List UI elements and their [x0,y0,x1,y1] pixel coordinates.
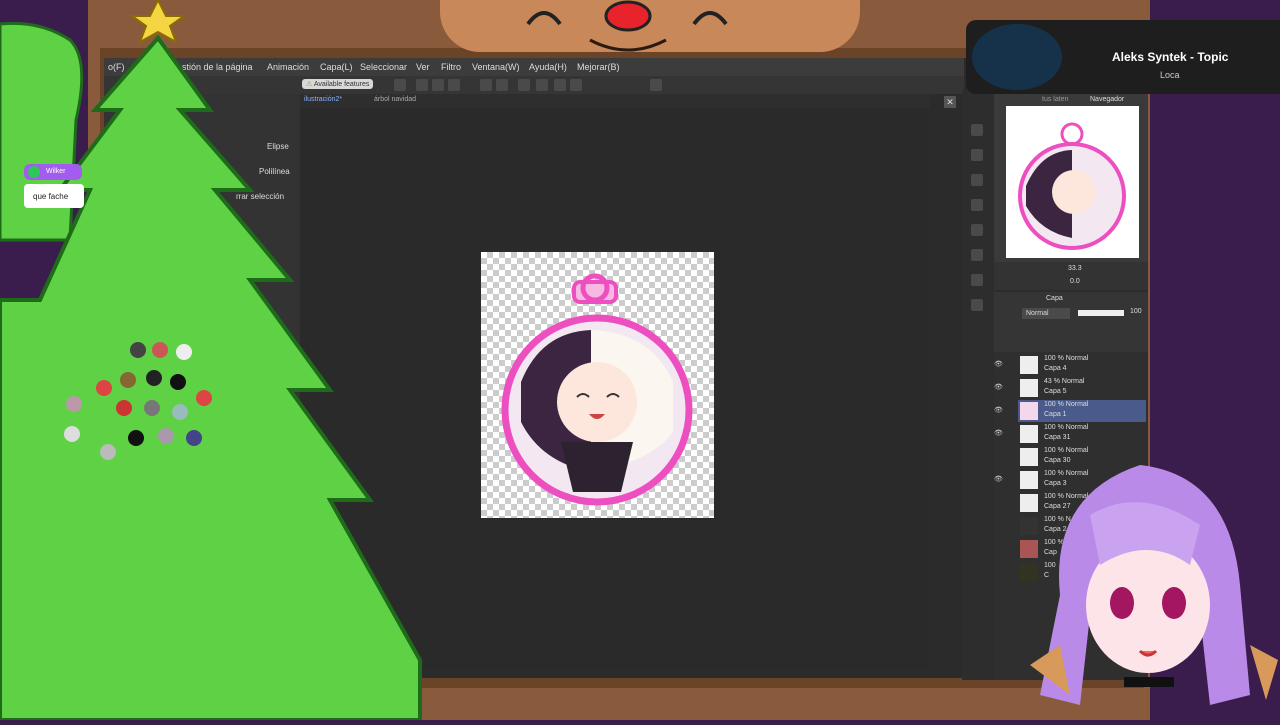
user-avatar-icon [28,166,40,178]
ornament-icon [186,430,202,446]
navigator-preview[interactable] [1006,106,1139,258]
layer-name: Capa 4 [1044,365,1067,372]
artwork-canvas[interactable] [481,252,714,518]
panel-icon-5[interactable] [971,224,983,236]
ornament-artwork-icon [501,273,693,506]
layer-panel-header: Capa Normal 100 [994,292,1148,352]
vtuber-character-icon [1030,465,1278,705]
layer-mode: 100 % Normal [1044,401,1089,408]
album-art-icon [972,24,1062,90]
layer-row[interactable]: 100 % Normal Capa 4 [1018,354,1146,376]
panel-icon-6[interactable] [971,249,983,261]
rotation-value[interactable]: 0.0 [1070,278,1080,285]
ornament-icon [120,372,136,388]
layer-thumbnail [1020,425,1038,443]
eye-icon[interactable]: 👁 [994,406,1003,414]
fill-icon[interactable] [554,79,566,91]
open-file-icon[interactable] [432,79,444,91]
eye-icon[interactable]: 👁 [994,429,1003,437]
help-icon[interactable] [650,79,662,91]
save-icon[interactable] [448,79,460,91]
opacity-value[interactable]: 100 [1130,308,1142,315]
ornament-icon [158,428,174,444]
loading-icon[interactable] [518,79,530,91]
ornament-icon [116,400,132,416]
song-subtitle: Loca [1160,70,1180,80]
christmas-tree-overlay [0,0,430,722]
ornament-icon [176,344,192,360]
ornament-icon [96,380,112,396]
chat-username: Wilker [46,168,66,175]
chat-text: que fache [33,192,69,201]
layer-name: Capa 31 [1044,434,1071,441]
layer-row-selected[interactable]: 100 % Normal Capa 1 [1018,400,1146,422]
eye-icon[interactable]: 👁 [994,475,1003,483]
reindeer-face-icon [526,0,728,52]
navigator-tab-1[interactable]: tus laten [1042,96,1068,103]
layer-thumbnail [1020,379,1038,397]
ornament-icon [172,404,188,420]
ornament-icon [146,370,162,386]
menu-help[interactable]: Ayuda(H) [529,62,567,72]
ornament-icon [144,400,160,416]
navigator-controls: 33.3 0.0 [994,262,1148,290]
opacity-slider[interactable] [1078,310,1124,316]
navigator-thumbnail-icon [1018,122,1126,250]
menu-window[interactable]: Ventana(W) [472,62,520,72]
chat-bubble: que fache [24,184,84,208]
song-title: Aleks Syntek - Topic [1112,50,1229,64]
layer-thumbnail [1020,356,1038,374]
undo-icon[interactable] [480,79,492,91]
eye-icon[interactable]: 👁 [994,360,1003,368]
christmas-tree-icon [0,0,422,722]
layer-row[interactable]: 43 % Normal Capa 5 [1018,377,1146,399]
panel-icon-3[interactable] [971,174,983,186]
ornament-icon [152,342,168,358]
eye-icon[interactable]: 👁 [994,383,1003,391]
close-panel-icon[interactable]: ✕ [944,96,956,108]
layer-name: Capa 1 [1044,411,1067,418]
layer-mode: 100 % Normal [1044,424,1089,431]
panel-icon-2[interactable] [971,149,983,161]
chat-message: Wilker que fache [24,164,84,210]
ornament-icon [64,426,80,442]
ornament-icon [196,390,212,406]
ornament-icon [66,396,82,412]
layer-row[interactable]: 100 % Normal Capa 31 [1018,423,1146,445]
navigator-tab-2[interactable]: Navegador [1090,96,1124,103]
ornament-icon [130,342,146,358]
ornament-icon [170,374,186,390]
right-side-toolbar [966,94,988,314]
layer-thumbnail [1020,402,1038,420]
panel-icon-7[interactable] [971,274,983,286]
layer-mode: 100 % Normal [1044,447,1089,454]
chat-username-badge: Wilker [24,164,82,180]
blend-mode-select[interactable]: Normal [1022,308,1070,319]
layer-mode: 100 % Normal [1044,355,1089,362]
redo-icon[interactable] [496,79,508,91]
zoom-value[interactable]: 33.3 [1068,265,1082,272]
layer-name: Capa 5 [1044,388,1067,395]
panel-icon-1[interactable] [971,124,983,136]
menu-improve[interactable]: Mejorar(B) [577,62,620,72]
transform-icon[interactable] [570,79,582,91]
selection-icon[interactable] [536,79,548,91]
ornament-icon [100,444,116,460]
panel-icon-4[interactable] [971,199,983,211]
ornament-icon [128,430,144,446]
layer-tab[interactable]: Capa [1046,295,1063,302]
now-playing-notification: Aleks Syntek - Topic Loca [966,20,1280,94]
layer-mode: 43 % Normal [1044,378,1085,385]
panel-icon-8[interactable] [971,299,983,311]
reindeer-face [440,0,860,52]
menu-filter[interactable]: Filtro [441,62,461,72]
vtuber-avatar [1030,455,1280,720]
